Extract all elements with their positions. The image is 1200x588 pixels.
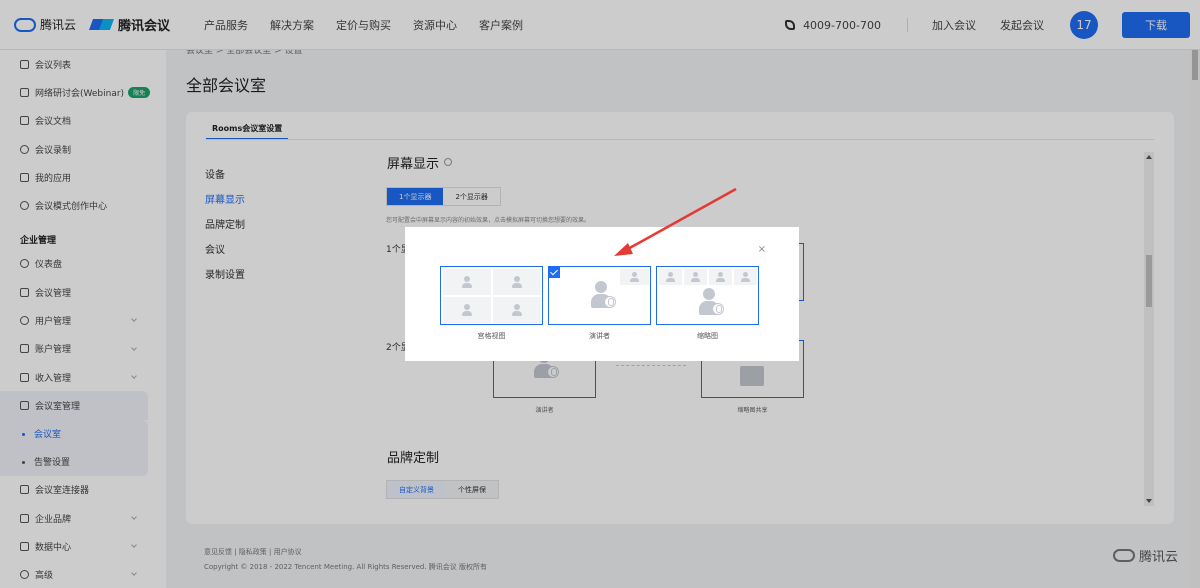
annotation-arrow-icon xyxy=(614,187,737,256)
